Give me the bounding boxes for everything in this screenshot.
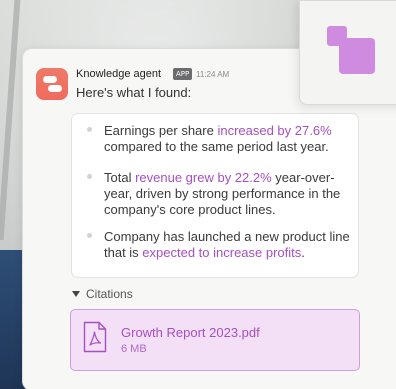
app-badge: APP — [173, 68, 193, 80]
bullet-dot — [87, 233, 92, 238]
file-name[interactable]: Growth Report 2023.pdf — [121, 325, 260, 340]
finding-highlight: expected to increase profits — [142, 245, 302, 260]
message-intro: Here's what I found: — [76, 85, 192, 100]
citations-toggle[interactable]: Citations — [72, 287, 133, 301]
caret-down-icon — [72, 291, 80, 297]
finding-highlight: increased by 27.6% — [217, 123, 332, 138]
bullet-dot — [87, 174, 92, 179]
agent-avatar — [36, 68, 68, 100]
finding-item: Total revenue grew by 22.2% year-over-ye… — [104, 170, 341, 217]
sender-name[interactable]: Knowledge agent — [76, 68, 161, 80]
avatar-logo-icon — [43, 76, 57, 83]
citation-file-card[interactable] — [70, 309, 360, 371]
app-logo-icon-part — [339, 38, 375, 74]
pdf-file-icon — [83, 321, 107, 353]
citations-label: Citations — [86, 287, 133, 301]
finding-item: Earnings per share increased by 27.6% co… — [104, 123, 332, 154]
finding-item: Company has launched a new product line … — [104, 229, 350, 260]
bullet-dot — [87, 127, 92, 132]
finding-highlight: revenue grew by 22.2% — [135, 170, 272, 185]
file-size: 6 MB — [121, 343, 147, 355]
screenshot-scene: Knowledge agent APP 11:24 AM Here's what… — [0, 0, 396, 389]
avatar-logo-icon-part — [48, 85, 62, 92]
message-timestamp: 11:24 AM — [196, 70, 230, 79]
